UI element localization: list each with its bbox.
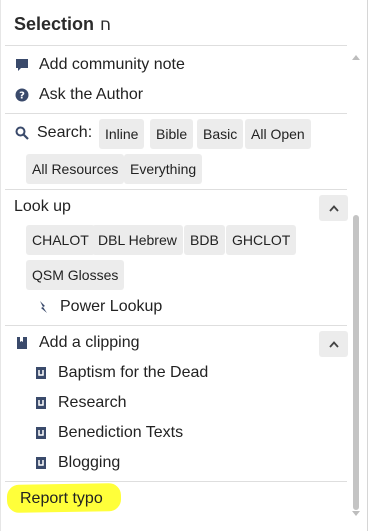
divider	[5, 45, 347, 46]
clipping-item[interactable]: Research	[34, 394, 126, 412]
ask-the-author-label: Ask the Author	[39, 86, 144, 103]
svg-text:?: ?	[19, 91, 25, 102]
clipping-item-label: Benediction Texts	[58, 424, 184, 441]
question-circle-icon: ?	[15, 88, 29, 102]
lightning-bolt-icon	[40, 301, 47, 313]
scrollbar-thumb[interactable]	[353, 215, 359, 510]
search-everything-button[interactable]: Everything	[124, 154, 203, 184]
panel-title: Selection ח	[14, 14, 111, 35]
look-up-section-title: Look up	[14, 198, 71, 215]
search-label-row: Search:	[15, 124, 92, 142]
search-all-open-button[interactable]: All Open	[245, 119, 311, 149]
look-up-collapse-button[interactable]	[319, 195, 348, 221]
add-clipping-label: Add a clipping	[39, 334, 140, 351]
chevron-up-icon	[328, 204, 339, 212]
clipping-item[interactable]: Benediction Texts	[34, 424, 183, 442]
notebook-icon	[17, 337, 27, 349]
search-basic-button[interactable]: Basic	[197, 119, 244, 149]
lookup-bdb-button[interactable]: BDB	[184, 225, 225, 255]
hebrew-selection-symbol: ח	[100, 15, 112, 35]
power-lookup-action[interactable]: Power Lookup	[36, 298, 162, 316]
notebook-icon	[36, 427, 46, 439]
divider	[5, 113, 347, 114]
search-bible-button[interactable]: Bible	[150, 119, 194, 149]
search-label: Search:	[37, 124, 93, 141]
search-all-resources-button[interactable]: All Resources	[26, 154, 125, 184]
divider	[5, 189, 347, 190]
notebook-icon	[36, 457, 46, 469]
search-inline-button[interactable]: Inline	[99, 119, 145, 149]
divider	[5, 481, 347, 482]
comment-icon	[16, 59, 28, 71]
lookup-dbl-hebrew-button[interactable]: DBL Hebrew	[92, 225, 183, 255]
clipping-item[interactable]: Baptism for the Dead	[34, 364, 208, 382]
ask-the-author-action[interactable]: ? Ask the Author	[15, 86, 143, 104]
lookup-qsm-glosses-button[interactable]: QSM Glosses	[26, 260, 125, 290]
power-lookup-label: Power Lookup	[60, 298, 163, 315]
panel-title-text: Selection	[14, 14, 95, 34]
vertical-scrollbar[interactable]	[349, 45, 363, 525]
lookup-ghclot-button[interactable]: GHCLOT	[226, 225, 297, 255]
add-clipping-header[interactable]: Add a clipping	[15, 334, 140, 352]
clipping-item-label: Blogging	[58, 454, 121, 471]
notebook-icon	[36, 367, 46, 379]
add-community-note-label: Add community note	[39, 56, 185, 73]
chevron-up-icon	[328, 340, 339, 348]
selection-panel: Selection ח Add community note ? Ask the …	[0, 0, 368, 531]
add-community-note-action[interactable]: Add community note	[15, 56, 185, 74]
search-icon	[15, 126, 29, 140]
report-typo-link[interactable]: Report typo	[20, 490, 103, 508]
clipping-collapse-button[interactable]	[319, 331, 348, 357]
divider	[5, 325, 347, 326]
scroll-up-arrow-icon[interactable]	[352, 55, 360, 60]
lookup-chalot-button[interactable]: CHALOT	[26, 225, 95, 255]
clipping-item-label: Baptism for the Dead	[58, 364, 209, 381]
scroll-down-arrow-icon[interactable]	[352, 511, 360, 516]
clipping-item[interactable]: Blogging	[34, 454, 120, 472]
clipping-item-label: Research	[58, 394, 127, 411]
notebook-icon	[36, 397, 46, 409]
